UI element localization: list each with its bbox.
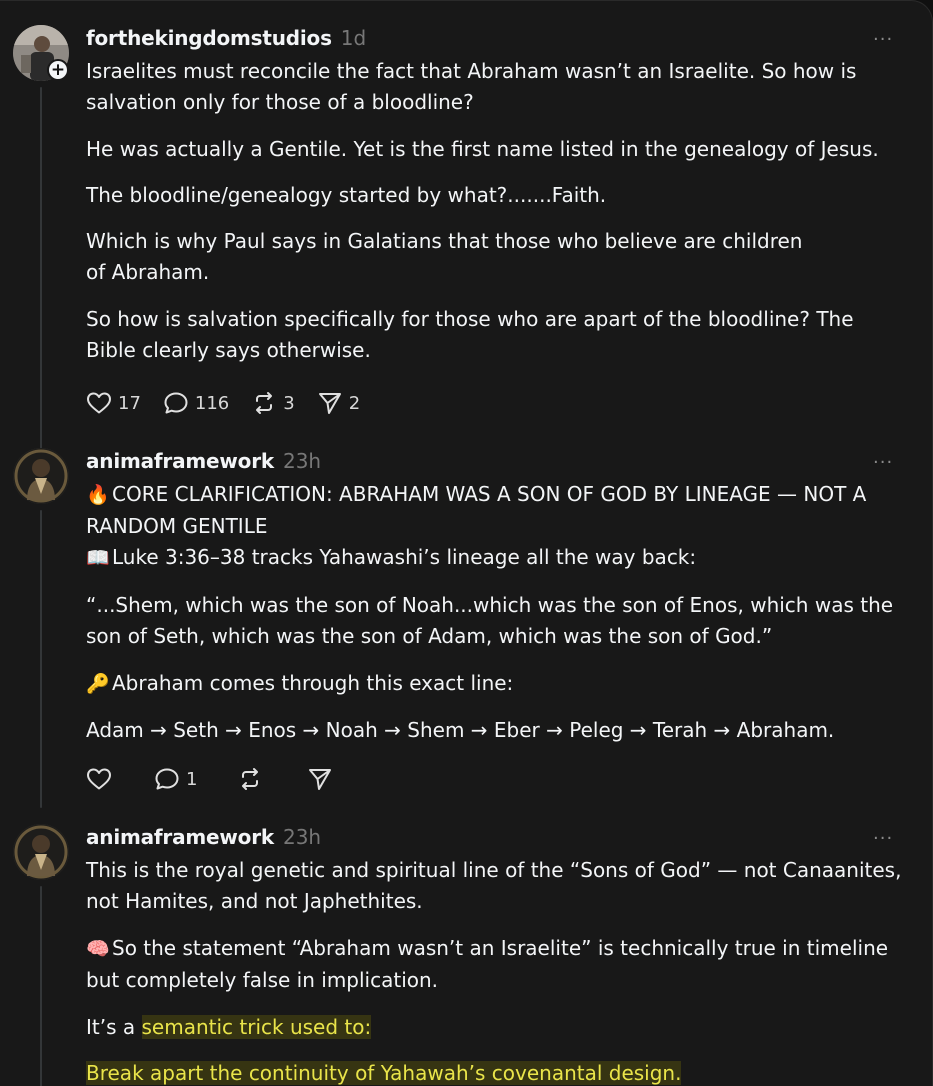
post-actions: 1 bbox=[86, 765, 355, 793]
post-body: 🔥 CORE CLARIFICATION: ABRAHAM WAS A SON O… bbox=[86, 479, 906, 746]
repost-icon bbox=[242, 768, 259, 790]
post-paragraph: So how is salvation specifically for tho… bbox=[86, 307, 854, 362]
post-paragraph: Israelites must reconcile the fact that … bbox=[86, 59, 857, 114]
thread-panel: + forthekingdomstudios 1d ··· Israelites… bbox=[0, 0, 933, 1086]
reply-button[interactable]: 116 bbox=[163, 389, 229, 417]
post-header: animaframework 23h bbox=[86, 825, 321, 849]
highlighted-text: Break apart the continuity of Yahawah’s … bbox=[86, 1061, 682, 1085]
follow-plus-icon[interactable]: + bbox=[47, 59, 69, 81]
comment-icon bbox=[155, 768, 179, 790]
comment-icon bbox=[164, 392, 188, 414]
heart-icon bbox=[87, 768, 111, 790]
post-body: This is the royal genetic and spiritual … bbox=[86, 855, 906, 1086]
heading-paragraph: 🔥 CORE CLARIFICATION: ABRAHAM WAS A SON O… bbox=[86, 479, 906, 542]
timestamp[interactable]: 23h bbox=[283, 449, 321, 473]
brain-paragraph: 🧠 So the statement “Abraham wasn’t an Isr… bbox=[86, 933, 906, 996]
send-icon bbox=[309, 769, 332, 790]
repost-count: 3 bbox=[283, 392, 295, 414]
like-button[interactable] bbox=[86, 765, 112, 793]
thread-connector-line bbox=[40, 510, 42, 808]
repost-icon bbox=[256, 392, 273, 414]
username[interactable]: forthekingdomstudios bbox=[86, 26, 332, 50]
thread-connector-line bbox=[40, 87, 42, 455]
brain-icon: 🧠 bbox=[86, 938, 110, 960]
more-options-icon[interactable]: ··· bbox=[873, 830, 897, 848]
thread-connector-line bbox=[40, 886, 42, 1086]
avatar[interactable] bbox=[13, 448, 69, 504]
post-actions: 17 116 3 2 bbox=[86, 389, 382, 417]
key-icon: 🔑 bbox=[86, 673, 110, 695]
lineage-paragraph: Adam → Seth → Enos → Noah → Shem → Eber … bbox=[86, 718, 835, 742]
heart-icon bbox=[87, 392, 111, 414]
book-icon: 📖 bbox=[86, 547, 110, 569]
share-button[interactable] bbox=[307, 765, 333, 793]
repost-button[interactable]: 3 bbox=[251, 389, 295, 417]
key-text: Abraham comes through this exact line: bbox=[112, 671, 514, 695]
brain-text: So the statement “Abraham wasn’t an Isra… bbox=[86, 936, 889, 992]
post-paragraph: He was actually a Gentile. Yet is the fi… bbox=[86, 137, 879, 161]
more-options-icon[interactable]: ··· bbox=[873, 454, 897, 472]
post-paragraph: Which is why Paul says in Galatians that… bbox=[86, 229, 803, 284]
luke-paragraph: 📖 Luke 3:36–38 tracks Yahawashi’s lineage… bbox=[86, 542, 906, 574]
send-icon bbox=[318, 393, 341, 414]
username[interactable]: animaframework bbox=[86, 825, 274, 849]
post-paragraph: The bloodline/genealogy started by what?… bbox=[86, 183, 607, 207]
trick-prefix: It’s a bbox=[86, 1015, 142, 1039]
repost-button[interactable] bbox=[237, 765, 263, 793]
more-options-icon[interactable]: ··· bbox=[873, 31, 897, 49]
post-header: animaframework 23h bbox=[86, 449, 321, 473]
reply-button[interactable]: 1 bbox=[154, 765, 197, 793]
reply-count: 116 bbox=[194, 392, 230, 414]
share-count: 2 bbox=[348, 392, 361, 414]
heading-text: CORE CLARIFICATION: ABRAHAM WAS A SON OF… bbox=[86, 482, 867, 538]
post-paragraph: This is the royal genetic and spiritual … bbox=[86, 858, 902, 913]
share-button[interactable]: 2 bbox=[317, 389, 360, 417]
timestamp[interactable]: 1d bbox=[341, 26, 366, 50]
post-paragraph: It’s a semantic trick used to: bbox=[86, 1012, 906, 1043]
highlighted-text: semantic trick used to: bbox=[141, 1015, 372, 1039]
avatar[interactable] bbox=[13, 824, 69, 880]
key-paragraph: 🔑 Abraham comes through this exact line: bbox=[86, 668, 906, 700]
post-paragraph: Break apart the continuity of Yahawah’s … bbox=[86, 1058, 906, 1086]
timestamp[interactable]: 23h bbox=[283, 825, 321, 849]
reply-count: 1 bbox=[186, 768, 198, 790]
like-button[interactable]: 17 bbox=[86, 389, 141, 417]
username[interactable]: animaframework bbox=[86, 449, 274, 473]
fire-icon: 🔥 bbox=[86, 484, 110, 506]
post-header: forthekingdomstudios 1d bbox=[86, 26, 366, 50]
luke-text: Luke 3:36–38 tracks Yahawashi’s lineage … bbox=[112, 545, 697, 569]
quote-paragraph: “...Shem, which was the son of Noah...wh… bbox=[86, 593, 894, 648]
post-body: Israelites must reconcile the fact that … bbox=[86, 56, 906, 366]
like-count: 17 bbox=[118, 392, 141, 414]
